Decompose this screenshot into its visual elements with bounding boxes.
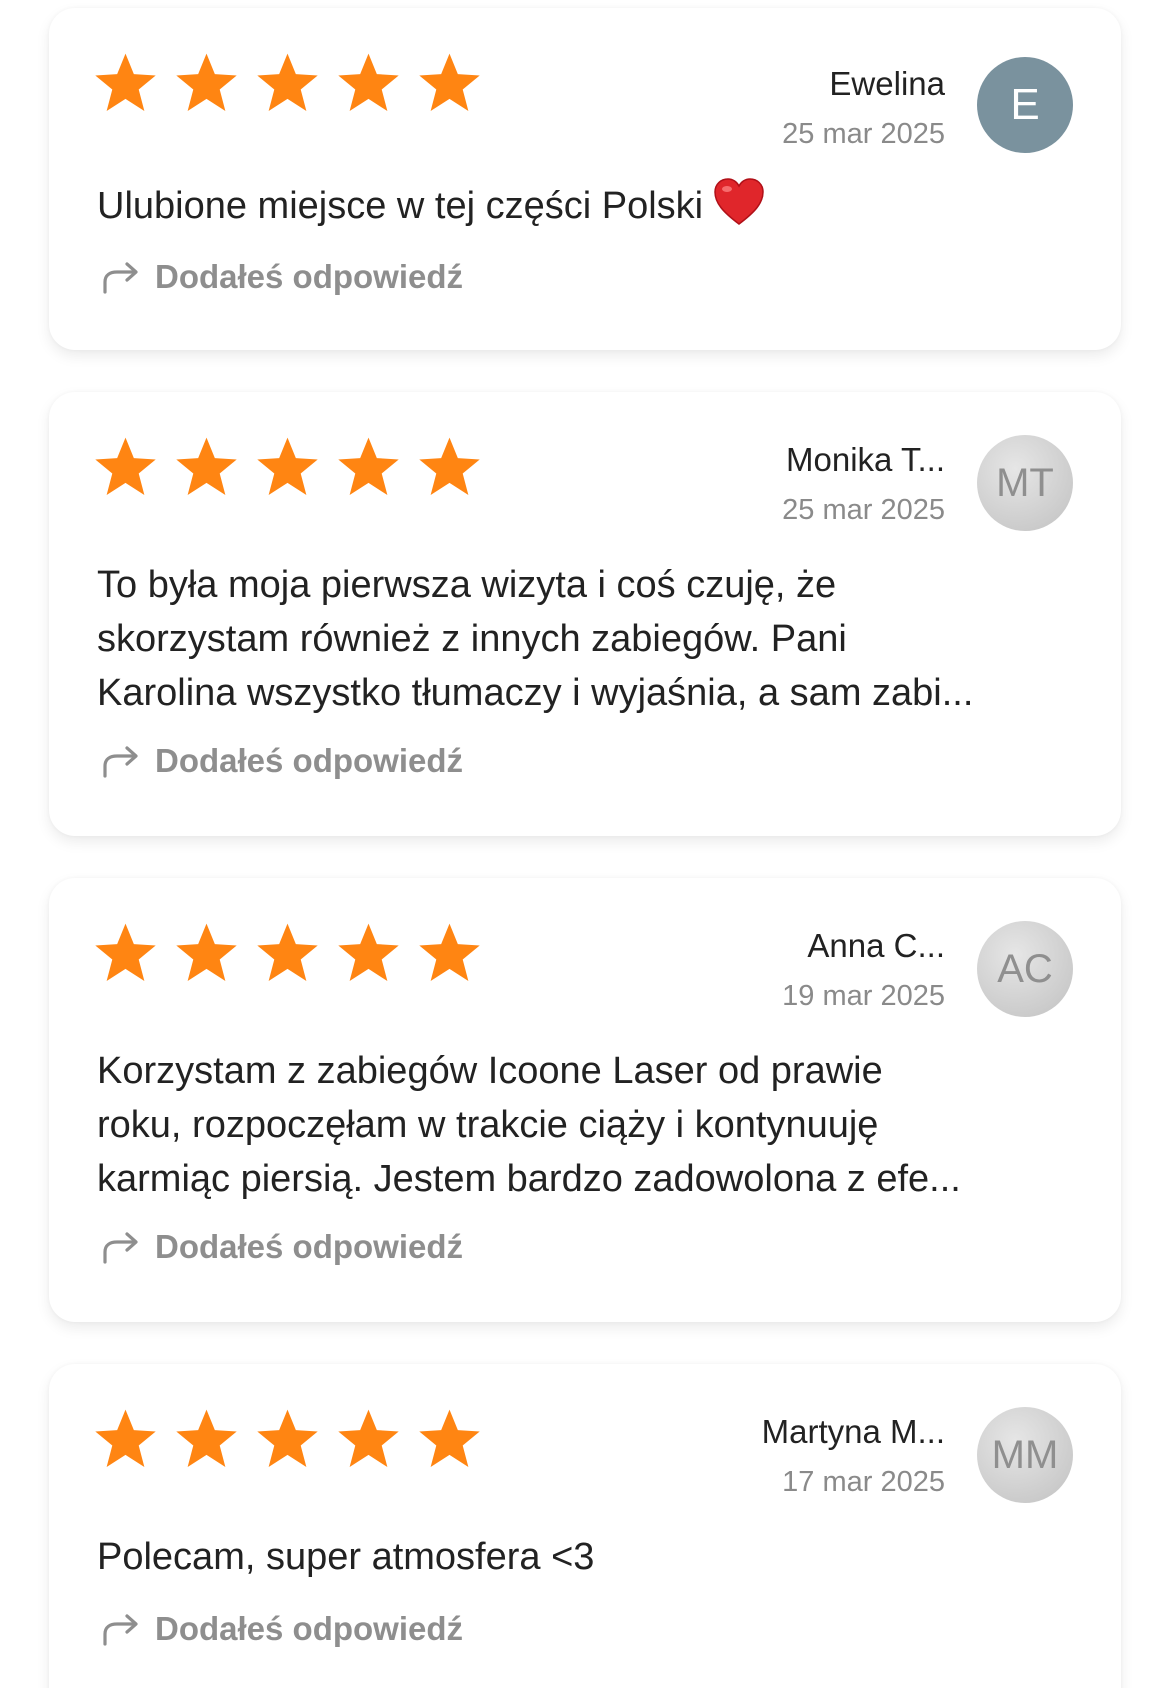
avatar: MT xyxy=(977,435,1073,531)
star-icon xyxy=(336,922,401,984)
review-date: 19 mar 2025 xyxy=(782,980,945,1012)
star-icon xyxy=(336,1408,401,1470)
star-icon xyxy=(93,922,158,984)
review-text-line: karmiąc piersią. Jestem bardzo zadowolon… xyxy=(97,1158,961,1200)
reply-arrow-icon xyxy=(103,1614,138,1646)
reply-arrow-icon xyxy=(103,746,138,778)
reply-label: Dodałeś odpowiedź xyxy=(155,258,464,295)
star-rating xyxy=(93,436,482,498)
reviews-list: Ewelina 25 mar 2025 E Ulubione miejsce w… xyxy=(0,0,1170,1688)
star-icon xyxy=(417,52,482,114)
review-card[interactable]: Martyna M... 17 mar 2025 MM Polecam, sup… xyxy=(49,1364,1121,1688)
review-card[interactable]: Monika T... 25 mar 2025 MT To była moja … xyxy=(49,392,1121,836)
reply-label: Dodałeś odpowiedź xyxy=(155,1228,464,1265)
review-text-line: skorzystam również z innych zabiegów. Pa… xyxy=(97,618,847,660)
avatar: E xyxy=(977,57,1073,153)
review-text-line: Karolina wszystko tłumaczy i wyjaśnia, a… xyxy=(97,672,974,714)
star-icon xyxy=(417,922,482,984)
review-author: Anna C... xyxy=(807,927,945,964)
review-meta: Martyna M... 17 mar 2025 xyxy=(762,1412,945,1500)
reply-status[interactable]: Dodałeś odpowiedź xyxy=(101,742,463,780)
star-icon xyxy=(174,1408,239,1470)
star-icon xyxy=(93,52,158,114)
star-rating xyxy=(93,52,482,114)
review-card[interactable]: Anna C... 19 mar 2025 AC Korzystam z zab… xyxy=(49,878,1121,1322)
star-icon xyxy=(255,52,320,114)
reply-status[interactable]: Dodałeś odpowiedź xyxy=(101,1228,463,1266)
avatar: MM xyxy=(977,1407,1073,1503)
review-text: Ulubione miejsce w tej części Polski xyxy=(97,178,1031,233)
star-icon xyxy=(336,436,401,498)
review-author: Ewelina xyxy=(829,65,945,102)
review-text-line: Polecam, super atmosfera <3 xyxy=(97,1536,595,1578)
review-meta: Monika T... 25 mar 2025 xyxy=(782,440,945,528)
star-icon xyxy=(93,436,158,498)
reply-status[interactable]: Dodałeś odpowiedź xyxy=(101,1610,463,1648)
star-icon xyxy=(336,52,401,114)
star-icon xyxy=(174,436,239,498)
reply-status[interactable]: Dodałeś odpowiedź xyxy=(101,258,463,296)
review-text: To była moja pierwsza wizyta i coś czuję… xyxy=(97,558,1031,720)
review-text: Polecam, super atmosfera <3 xyxy=(97,1530,1031,1584)
star-icon xyxy=(417,436,482,498)
star-icon xyxy=(174,922,239,984)
star-icon xyxy=(174,52,239,114)
heart-icon xyxy=(714,178,764,225)
star-rating xyxy=(93,1408,482,1470)
review-text-line: Korzystam z zabiegów Icoone Laser od pra… xyxy=(97,1050,883,1092)
reply-arrow-icon xyxy=(103,262,138,294)
review-date: 25 mar 2025 xyxy=(782,494,945,526)
reply-label: Dodałeś odpowiedź xyxy=(155,1610,464,1647)
review-card[interactable]: Ewelina 25 mar 2025 E Ulubione miejsce w… xyxy=(49,8,1121,350)
review-text-line: To była moja pierwsza wizyta i coś czuję… xyxy=(97,564,837,606)
review-text-line: Ulubione miejsce w tej części Polski xyxy=(97,185,704,227)
review-meta: Anna C... 19 mar 2025 xyxy=(782,926,945,1014)
reply-label: Dodałeś odpowiedź xyxy=(155,742,464,779)
review-date: 25 mar 2025 xyxy=(782,118,945,150)
star-rating xyxy=(93,922,482,984)
star-icon xyxy=(255,1408,320,1470)
review-text: Korzystam z zabiegów Icoone Laser od pra… xyxy=(97,1044,1031,1206)
star-icon xyxy=(93,1408,158,1470)
review-meta: Ewelina 25 mar 2025 xyxy=(782,64,945,152)
review-author: Monika T... xyxy=(786,441,945,478)
star-icon xyxy=(417,1408,482,1470)
review-author: Martyna M... xyxy=(761,1413,945,1450)
reply-arrow-icon xyxy=(103,1232,138,1264)
star-icon xyxy=(255,436,320,498)
review-date: 17 mar 2025 xyxy=(782,1466,945,1498)
avatar: AC xyxy=(977,921,1073,1017)
review-text-line: roku, rozpoczęłam w trakcie ciąży i kont… xyxy=(97,1104,879,1146)
star-icon xyxy=(255,922,320,984)
